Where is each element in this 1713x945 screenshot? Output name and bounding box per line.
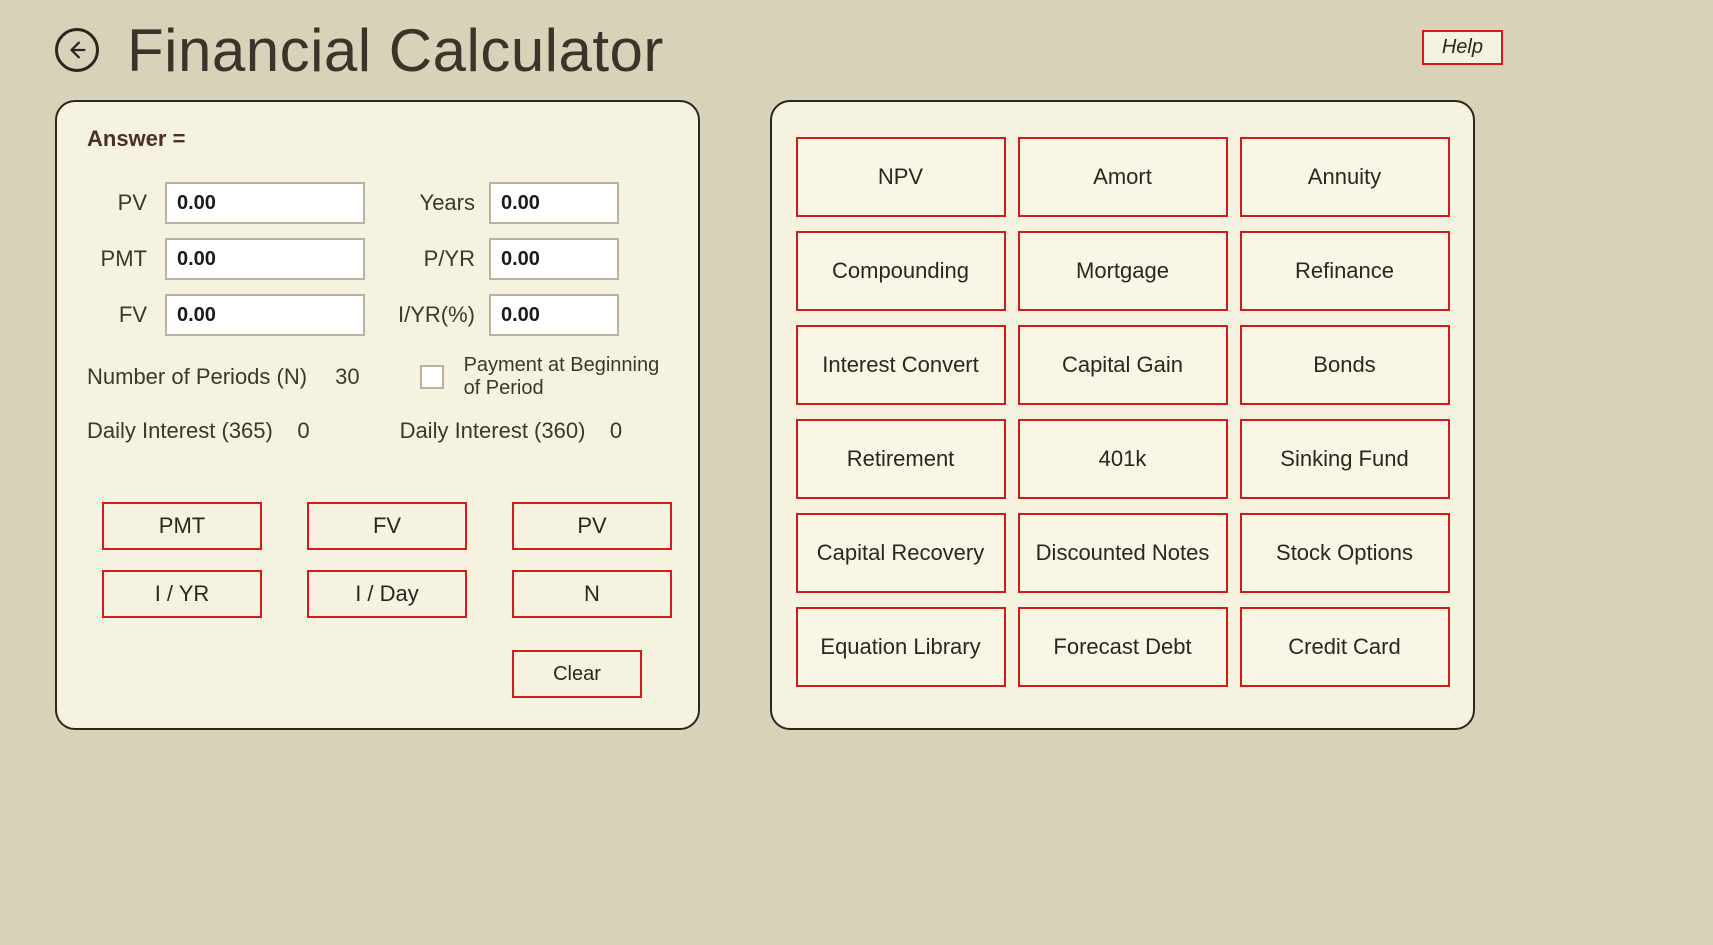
func-stock-options-button[interactable]: Stock Options [1240,513,1450,593]
func-bonds-button[interactable]: Bonds [1240,325,1450,405]
func-forecast-debt-button[interactable]: Forecast Debt [1018,607,1228,687]
func-credit-card-button[interactable]: Credit Card [1240,607,1450,687]
calculator-panel: Answer = PV Years PMT P/YR FV [55,100,700,730]
functions-grid: NPV Amort Annuity Compounding Mortgage R… [796,137,1450,687]
calc-pmt-button[interactable]: PMT [102,502,262,550]
func-mortgage-button[interactable]: Mortgage [1018,231,1228,311]
func-401k-button[interactable]: 401k [1018,419,1228,499]
begin-period-checkbox[interactable] [420,365,444,389]
calc-n-button[interactable]: N [512,570,672,618]
pv-label: PV [87,190,147,216]
func-sinking-fund-button[interactable]: Sinking Fund [1240,419,1450,499]
calc-iday-button[interactable]: I / Day [307,570,467,618]
pmt-input[interactable] [165,238,365,280]
pmt-label: PMT [87,246,147,272]
page-title: Financial Calculator [127,16,664,85]
calc-pv-button[interactable]: PV [512,502,672,550]
calc-iyr-button[interactable]: I / YR [102,570,262,618]
bottom-spacer [0,740,1713,945]
daily360-label: Daily Interest (360) [400,418,586,443]
years-label: Years [395,190,475,216]
daily365-label: Daily Interest (365) [87,418,273,443]
iyr-label: I/YR(%) [395,302,475,328]
iyr-input[interactable] [489,294,619,336]
daily365-value: 0 [297,418,309,443]
back-button[interactable] [55,28,99,72]
func-interest-convert-button[interactable]: Interest Convert [796,325,1006,405]
help-button[interactable]: Help [1422,30,1503,65]
pv-input[interactable] [165,182,365,224]
functions-panel: NPV Amort Annuity Compounding Mortgage R… [770,100,1475,730]
func-equation-library-button[interactable]: Equation Library [796,607,1006,687]
begin-period-label: Payment at Beginning of Period [464,354,664,400]
func-annuity-button[interactable]: Annuity [1240,137,1450,217]
answer-label: Answer = [87,126,668,152]
func-capital-recovery-button[interactable]: Capital Recovery [796,513,1006,593]
years-input[interactable] [489,182,619,224]
clear-button[interactable]: Clear [512,650,642,698]
arrow-left-icon [66,39,88,61]
periods-label: Number of Periods (N) [87,364,307,390]
func-discounted-notes-button[interactable]: Discounted Notes [1018,513,1228,593]
func-npv-button[interactable]: NPV [796,137,1006,217]
func-compounding-button[interactable]: Compounding [796,231,1006,311]
func-retirement-button[interactable]: Retirement [796,419,1006,499]
fv-input[interactable] [165,294,365,336]
calc-fv-button[interactable]: FV [307,502,467,550]
periods-value: 30 [335,364,359,390]
calc-button-grid: PMT FV PV I / YR I / Day N [102,502,672,618]
header: Financial Calculator Help [0,0,1713,90]
pyr-label: P/YR [395,246,475,272]
func-amort-button[interactable]: Amort [1018,137,1228,217]
fv-label: FV [87,302,147,328]
func-refinance-button[interactable]: Refinance [1240,231,1450,311]
pyr-input[interactable] [489,238,619,280]
daily360-value: 0 [610,418,622,443]
func-capital-gain-button[interactable]: Capital Gain [1018,325,1228,405]
